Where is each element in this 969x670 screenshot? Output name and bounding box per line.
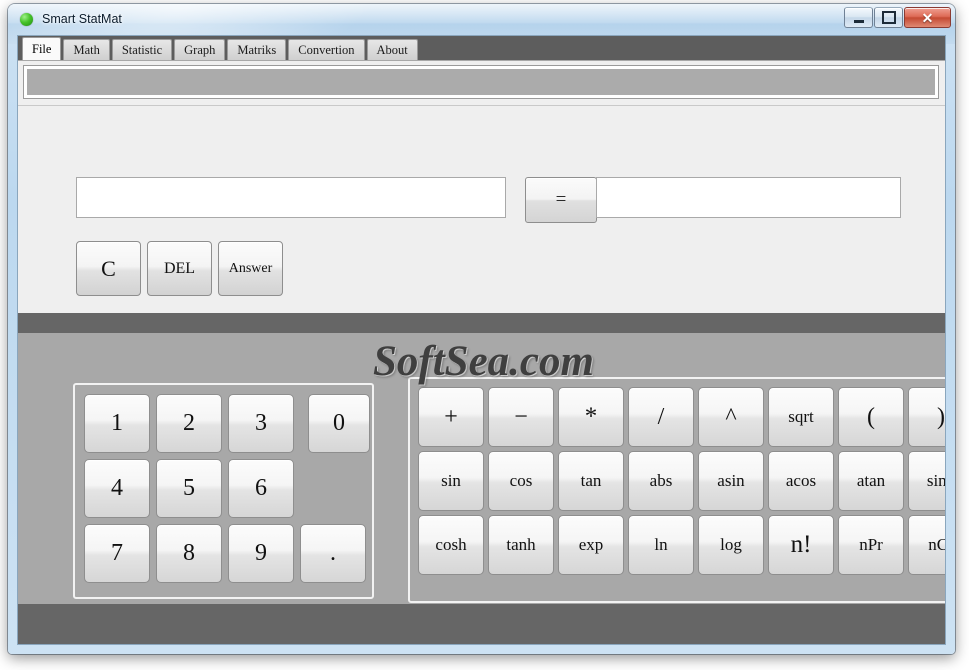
tab-about[interactable]: About (366, 39, 418, 60)
funcpad-key-multiply[interactable]: * (558, 387, 624, 447)
tab-label: Graph (184, 42, 216, 57)
tab-page-file: = C DEL Answer SoftSea.com 1230456789. + − *… (18, 60, 945, 644)
control-button-row: C DEL Answer (76, 241, 283, 296)
divider-band (18, 313, 945, 333)
funcpad-key-npr[interactable]: nPr (838, 515, 904, 575)
numeric-keypad-grid: 1230 456 789. (82, 392, 370, 585)
tab-convertion[interactable]: Convertion (288, 39, 365, 60)
tab-label: Matriks (237, 42, 277, 57)
expression-row: = (18, 177, 945, 223)
funcpad-key-acos[interactable]: acos (768, 451, 834, 511)
result-output[interactable] (596, 177, 901, 218)
tab-label: File (32, 41, 52, 56)
keypad-stage: SoftSea.com 1230456789. + − * / ^ sqrt() sin co… (18, 333, 945, 604)
maximize-icon (881, 11, 896, 24)
funcpad-key-abs[interactable]: abs (628, 451, 694, 511)
maximize-button[interactable] (874, 7, 903, 28)
close-button[interactable]: ✕ (904, 7, 951, 28)
application-window: Smart StatMat ✕ File Math Statistic Graph Ma… (8, 4, 955, 654)
tab-statistic[interactable]: Statistic (111, 39, 173, 60)
numpad-key-1[interactable]: 1 (84, 394, 150, 453)
numpad-key-9[interactable]: 9 (228, 524, 294, 583)
footer-band (18, 604, 945, 644)
funcpad-key-sqrt[interactable]: sqrt (768, 387, 834, 447)
funcpad-key-ln[interactable]: ln (628, 515, 694, 575)
funcpad-key-open-paren[interactable]: ( (838, 387, 904, 447)
funcpad-key-close-paren[interactable]: ) (908, 387, 945, 447)
delete-button[interactable]: DEL (147, 241, 212, 296)
numpad-key-3[interactable]: 3 (228, 394, 294, 453)
top-display-panel (23, 65, 939, 99)
tab-graph[interactable]: Graph (174, 39, 226, 60)
top-display-panel-inner (27, 69, 935, 95)
funcpad-key-atan[interactable]: atan (838, 451, 904, 511)
funcpad-key-power[interactable]: ^ (698, 387, 764, 447)
tab-label: About (376, 42, 408, 57)
funcpad-key-ncr[interactable]: nCr (908, 515, 945, 575)
numpad-key-7[interactable]: 7 (84, 524, 150, 583)
expression-input[interactable] (76, 177, 506, 218)
window-title: Smart StatMat (42, 12, 122, 26)
minimize-icon (853, 19, 864, 23)
funcpad-key-divide[interactable]: / (628, 387, 694, 447)
funcpad-key-sin[interactable]: sin (418, 451, 484, 511)
funcpad-key-cos[interactable]: cos (488, 451, 554, 511)
caption-buttons: ✕ (844, 7, 951, 28)
funcpad-key-minus[interactable]: − (488, 387, 554, 447)
tab-label: Math (73, 42, 100, 57)
green-circle-icon (20, 12, 33, 26)
clear-button[interactable]: C (76, 241, 141, 296)
function-keypad-group: +−*/^sqrt() sincostanabsasinacosatansinh c… (408, 377, 945, 603)
numpad-key-5[interactable]: 5 (156, 459, 222, 518)
numpad-key-6[interactable]: 6 (228, 459, 294, 518)
funcpad-key-tan[interactable]: tan (558, 451, 624, 511)
tab-matriks[interactable]: Matriks (227, 39, 287, 60)
funcpad-key-factorial[interactable]: n! (768, 515, 834, 575)
tab-label: Convertion (298, 42, 355, 57)
tab-file[interactable]: File (22, 37, 62, 60)
tab-math[interactable]: Math (63, 39, 110, 60)
tab-label: Statistic (121, 42, 163, 57)
funcpad-key-tanh[interactable]: tanh (488, 515, 554, 575)
numpad-key-4[interactable]: 4 (84, 459, 150, 518)
desktop-background: Smart StatMat ✕ File Math Statistic Graph Ma… (0, 0, 969, 670)
funcpad-key-exp[interactable]: exp (558, 515, 624, 575)
equals-button[interactable]: = (525, 177, 597, 223)
titlebar: Smart StatMat (8, 4, 955, 34)
panel-divider (18, 105, 945, 106)
minimize-button[interactable] (844, 7, 873, 28)
funcpad-key-cosh[interactable]: cosh (418, 515, 484, 575)
funcpad-key-sinh[interactable]: sinh (908, 451, 945, 511)
funcpad-key-plus[interactable]: + (418, 387, 484, 447)
funcpad-key-asin[interactable]: asin (698, 451, 764, 511)
close-icon: ✕ (921, 9, 934, 26)
numpad-key-0[interactable]: 0 (308, 394, 370, 453)
tab-strip: File Math Statistic Graph Matriks Convertion A… (18, 36, 945, 60)
function-keypad-grid: +−*/^sqrt() sincostanabsasinacosatansinh c… (416, 385, 945, 577)
answer-button[interactable]: Answer (218, 241, 283, 296)
numpad-key-8[interactable]: 8 (156, 524, 222, 583)
keypad-spacer (300, 459, 366, 518)
numpad-key-2[interactable]: 2 (156, 394, 222, 453)
client-area: File Math Statistic Graph Matriks Convertion A… (17, 35, 946, 645)
numeric-keypad-group: 1230 456 789. (73, 383, 374, 599)
funcpad-key-log[interactable]: log (698, 515, 764, 575)
numpad-key-decimal[interactable]: . (300, 524, 366, 583)
